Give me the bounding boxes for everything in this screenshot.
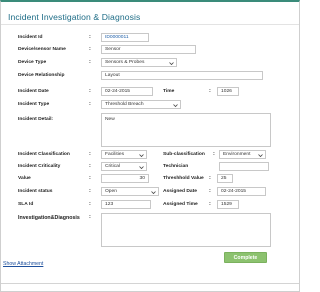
- sub-classification-label: Sub-classification: [163, 152, 205, 157]
- incident-dialog: Incident Investigation & Diagnosis Incid…: [0, 0, 300, 292]
- device-relationship-field[interactable]: Layout: [101, 71, 263, 80]
- assigned-date-field[interactable]: 02-24-2015: [217, 187, 266, 196]
- incident-detail-label: Incident Detail:: [18, 117, 54, 122]
- colon: :: [89, 46, 91, 52]
- colon: :: [89, 214, 91, 220]
- incident-type-value: Threshold Breach: [105, 102, 144, 107]
- incident-id-label: Incident Id: [18, 35, 43, 40]
- chevron-down-icon: [139, 165, 144, 170]
- assigned-time-field[interactable]: 1529: [217, 200, 239, 209]
- device-type-label: Device Type: [18, 60, 47, 65]
- colon: :: [89, 201, 91, 207]
- title-divider: [1, 24, 299, 25]
- chevron-down-icon: [169, 61, 174, 66]
- colon: :: [209, 88, 211, 94]
- colon: :: [89, 175, 91, 181]
- assigned-date-label: Assigned Date: [163, 189, 197, 194]
- colon: :: [89, 188, 91, 194]
- chevron-down-icon: [151, 190, 156, 195]
- chevron-down-icon: [173, 103, 178, 108]
- device-sensor-name-label: Device/sensor Name: [18, 47, 66, 52]
- incident-type-select[interactable]: Threshold Breach: [101, 100, 181, 109]
- footer-divider: [1, 283, 299, 284]
- device-sensor-name-field[interactable]: Sensor: [101, 45, 196, 54]
- sla-id-label: SLA Id: [18, 202, 34, 207]
- colon: :: [89, 151, 91, 157]
- time-field[interactable]: 1026: [217, 87, 239, 96]
- investigation-diagnosis-label: Investigation&Diagnosis: [18, 215, 80, 221]
- investigation-diagnosis-textarea[interactable]: [101, 213, 271, 247]
- dialog-title: Incident Investigation & Diagnosis: [8, 12, 141, 22]
- colon: :: [213, 151, 215, 157]
- show-attachment-link[interactable]: Show Attachment: [3, 261, 43, 267]
- colon: :: [209, 188, 211, 194]
- device-type-select[interactable]: Sensors & Probes: [101, 58, 177, 67]
- colon: :: [89, 34, 91, 40]
- threshold-value-label: Threshhold Value: [163, 176, 204, 181]
- technician-field[interactable]: [219, 162, 269, 171]
- technician-label: Technician: [163, 164, 189, 169]
- assigned-time-label: Assigned Time: [163, 202, 198, 207]
- colon: :: [89, 101, 91, 107]
- incident-criticality-value: Critical: [105, 164, 120, 169]
- incident-classification-value: Facilities: [105, 152, 125, 157]
- incident-criticality-label: Incident Criticality: [18, 164, 61, 169]
- time-label: Time: [163, 89, 175, 94]
- complete-button[interactable]: Complete: [224, 252, 267, 263]
- colon: :: [209, 175, 211, 181]
- value-field[interactable]: 30: [101, 174, 149, 183]
- device-type-value: Sensors & Probes: [105, 60, 145, 65]
- incident-classification-label: Incident Classification: [18, 152, 70, 157]
- incident-classification-select[interactable]: Facilities: [101, 150, 147, 159]
- value-label: Value: [18, 176, 31, 181]
- incident-date-label: Incident Date: [18, 89, 49, 94]
- incident-type-label: Incident Type: [18, 102, 50, 107]
- sub-classification-select[interactable]: Environment: [219, 150, 266, 159]
- incident-date-field[interactable]: 02-24-2015: [101, 87, 153, 96]
- colon: :: [89, 59, 91, 65]
- colon: :: [89, 163, 91, 169]
- colon: :: [209, 201, 211, 207]
- incident-criticality-select[interactable]: Critical: [101, 162, 147, 171]
- incident-detail-textarea[interactable]: New: [101, 113, 271, 147]
- sla-id-field[interactable]: 123: [101, 200, 151, 209]
- chevron-down-icon: [139, 153, 144, 158]
- threshold-value-field[interactable]: 25: [217, 174, 233, 183]
- incident-status-select[interactable]: Open: [101, 187, 159, 196]
- incident-id-field[interactable]: ID0000011: [101, 33, 149, 42]
- chevron-down-icon: [258, 153, 263, 158]
- colon: :: [89, 88, 91, 94]
- device-relationship-label: Device Relationship: [18, 73, 65, 78]
- incident-status-label: Incident status: [18, 189, 53, 194]
- incident-status-value: Open: [105, 189, 117, 194]
- sub-classification-value: Environment: [223, 152, 251, 157]
